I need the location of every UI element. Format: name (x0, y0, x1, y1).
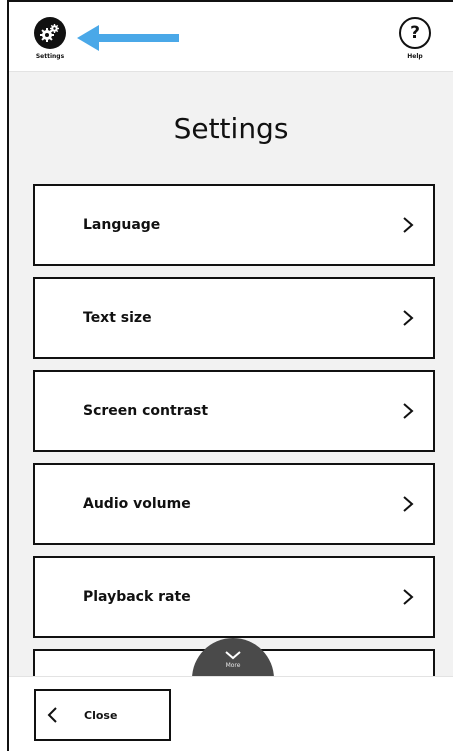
menu-item-label: Text size (83, 310, 152, 326)
menu-item-text-size[interactable]: Text size (33, 277, 435, 359)
menu-item-label: Playback rate (83, 589, 191, 605)
menu-item-label: Language (83, 217, 161, 233)
top-bar: Settings ? Help (9, 2, 453, 72)
more-button-label: More (225, 662, 241, 669)
help-button[interactable]: ? Help (395, 17, 435, 65)
chevron-right-icon (403, 403, 414, 419)
chevron-right-icon (403, 310, 414, 326)
help-icon: ? (399, 17, 431, 49)
settings-button-label: Settings (35, 53, 65, 60)
help-button-label: Help (407, 53, 423, 60)
settings-menu: Language Text size Screen contrast Audio… (33, 184, 435, 649)
menu-item-label: Screen contrast (83, 403, 209, 419)
chevron-left-icon (47, 707, 57, 723)
menu-item-audio-volume[interactable]: Audio volume (33, 463, 435, 545)
menu-item-screen-contrast[interactable]: Screen contrast (33, 370, 435, 452)
close-button-label: Close (84, 708, 118, 722)
menu-item-language[interactable]: Language (33, 184, 435, 266)
menu-item-label: Audio volume (83, 496, 191, 512)
app-frame: Settings ? Help Settings Language Text s… (7, 0, 453, 751)
chevron-right-icon (403, 217, 414, 233)
chevron-right-icon (403, 496, 414, 512)
page-title: Settings (173, 112, 289, 145)
gears-icon (34, 17, 66, 49)
chevron-right-icon (403, 589, 414, 605)
pointer-arrow-icon (77, 25, 179, 51)
settings-button[interactable]: Settings (27, 17, 73, 65)
close-button[interactable]: Close (34, 689, 171, 741)
bottom-bar: Close (9, 676, 453, 751)
menu-item-playback-rate[interactable]: Playback rate (33, 556, 435, 638)
chevron-down-icon (225, 651, 241, 660)
